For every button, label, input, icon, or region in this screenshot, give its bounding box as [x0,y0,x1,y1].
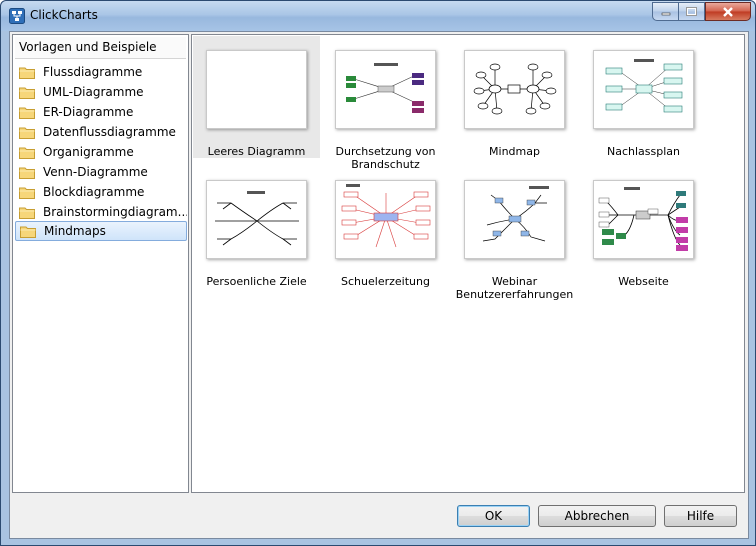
mindmap-thumbnail-icon [482,186,549,242]
template-grid: Leeres Diagramm Durchsetzung von Brandsc… [191,34,745,493]
tree-item-label: Venn-Diagramme [43,165,148,179]
category-tree: Vorlagen und Beispiele Flussdiagramme UM… [12,34,189,493]
tree-item-organigramme[interactable]: Organigramme [15,142,187,162]
minimize-button[interactable] [652,2,679,21]
tree-item-label: Mindmaps [44,224,106,238]
template-label: Leeres Diagramm [207,145,306,158]
mindmap-thumbnail-icon [473,63,557,115]
tree-item-venn-diagramme[interactable]: Venn-Diagramme [15,162,187,182]
folder-icon [19,107,35,119]
folder-icon [19,147,35,159]
folder-icon [19,127,35,139]
template-tile-mindmap[interactable]: Mindmap [451,36,578,158]
mindmap-thumbnail-icon [341,184,431,248]
tree-header: Vorlagen und Beispiele [15,37,186,59]
template-tile-schuelerzeitung[interactable]: Schuelerzeitung [322,166,449,288]
template-thumbnail [206,50,307,129]
app-icon [9,8,25,24]
tree-item-label: Organigramme [43,145,134,159]
tree-item-blockdiagramme[interactable]: Blockdiagramme [15,182,187,202]
mindmap-thumbnail-icon [605,59,683,113]
maximize-icon [686,7,697,16]
dialog-body: Vorlagen und Beispiele Flussdiagramme UM… [9,31,749,539]
minimize-icon [661,12,670,15]
mindmap-thumbnail-icon [215,191,299,246]
template-thumbnail [593,180,694,259]
template-thumbnail [464,50,565,129]
tree-item-er-diagramme[interactable]: ER-Diagramme [15,102,187,122]
tree-item-brainstormingdiagramme[interactable]: Brainstormingdiagram... [15,202,187,222]
mindmap-thumbnail-icon [598,187,688,251]
window-controls [652,2,751,22]
folder-icon [20,226,36,238]
tree-item-label: Blockdiagramme [43,185,145,199]
tree-item-label: Flussdiagramme [43,65,143,79]
template-thumbnail [464,180,565,259]
close-button[interactable] [705,2,751,21]
template-label: Nachlassplan [607,145,680,158]
tree-item-flussdiagramme[interactable]: Flussdiagramme [15,62,187,82]
blank-diagram-icon [207,51,306,128]
template-tile-webseite[interactable]: Webseite [580,166,707,288]
folder-icon [19,167,35,179]
template-thumbnail [335,180,436,259]
template-tile-persoenliche-ziele[interactable]: Persoenliche Ziele [193,166,320,288]
window-title: ClickCharts [30,8,98,22]
tree-item-label: UML-Diagramme [43,85,144,99]
tree-item-label: ER-Diagramme [43,105,134,119]
template-tile-leeres-diagramm[interactable]: Leeres Diagramm [193,36,320,158]
close-icon [723,6,733,17]
help-button[interactable]: Hilfe [664,505,737,527]
template-thumbnail [593,50,694,129]
tree-item-label: Datenflussdiagramme [43,125,176,139]
folder-icon [19,187,35,199]
dialog-window: ClickCharts Vorlagen und Beispiele Fluss… [0,0,756,546]
mindmap-thumbnail-icon [346,63,424,113]
template-thumbnail [335,50,436,129]
folder-icon [19,67,35,79]
folder-icon [19,87,35,99]
title-bar[interactable]: ClickCharts [1,1,755,31]
template-label: Webinar Benutzererfahrungen [455,275,574,301]
template-label: Persoenliche Ziele [206,275,307,288]
tree-item-mindmaps[interactable]: Mindmaps [15,221,187,241]
maximize-button[interactable] [679,2,705,21]
tree-item-label: Brainstormingdiagram... [43,205,187,219]
template-tile-brandschutz[interactable]: Durchsetzung von Brandschutz [322,36,449,171]
ok-button[interactable]: OK [457,505,530,527]
tree-item-uml-diagramme[interactable]: UML-Diagramme [15,82,187,102]
cancel-button[interactable]: Abbrechen [538,505,656,527]
template-thumbnail [206,180,307,259]
folder-icon [19,207,35,219]
template-tile-nachlassplan[interactable]: Nachlassplan [580,36,707,158]
template-label: Mindmap [489,145,540,158]
template-label: Schuelerzeitung [341,275,430,288]
tree-item-datenflussdiagramme[interactable]: Datenflussdiagramme [15,122,187,142]
template-tile-webinar[interactable]: Webinar Benutzererfahrungen [451,166,578,301]
template-label: Webseite [618,275,669,288]
